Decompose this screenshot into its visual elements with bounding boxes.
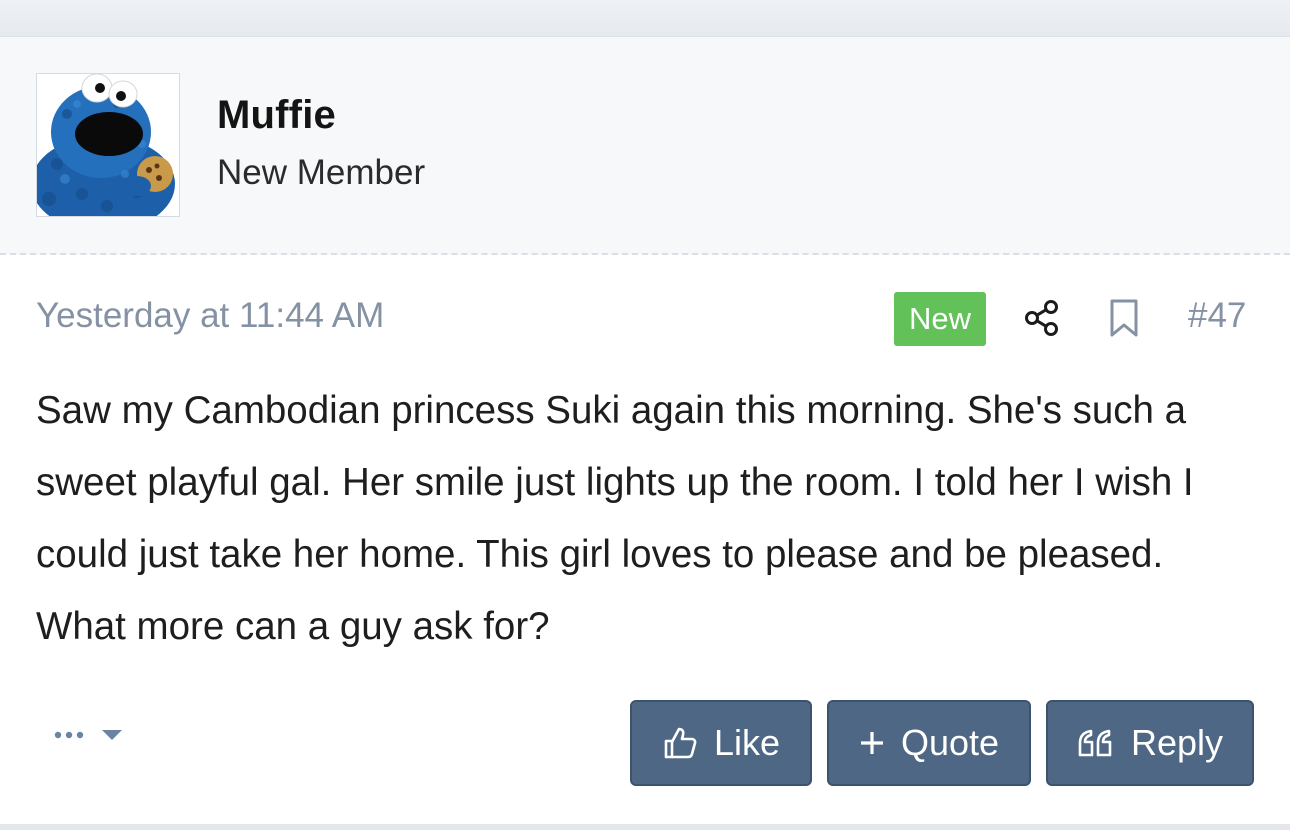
ellipsis-dropdown-icon <box>54 730 122 740</box>
reply-label: Reply <box>1130 722 1224 763</box>
share-icon[interactable] <box>1022 298 1062 338</box>
username[interactable]: Muffie <box>217 93 336 138</box>
quote-label: Quote <box>900 722 1000 763</box>
like-button[interactable]: Like <box>630 700 812 786</box>
post-body-text: Saw my Cambodian princess Suki again thi… <box>36 389 1194 648</box>
more-options-menu[interactable] <box>52 720 124 750</box>
post-number-link[interactable]: #47 <box>1188 296 1246 336</box>
bookmark-icon[interactable] <box>1106 298 1142 338</box>
top-divider <box>0 0 1290 37</box>
cookie-monster-avatar-icon <box>37 74 179 216</box>
thumbs-up-icon <box>662 725 698 761</box>
post-user-header: Muffie New Member <box>0 37 1290 255</box>
post-date[interactable]: Yesterday at 11:44 AM <box>36 296 384 336</box>
like-label: Like <box>713 722 781 763</box>
bottom-divider <box>0 824 1290 830</box>
avatar[interactable] <box>36 73 180 217</box>
reply-button[interactable]: Reply <box>1046 700 1254 786</box>
quote-button[interactable]: Quote <box>827 700 1031 786</box>
quote-marks-icon <box>1077 728 1115 758</box>
post-container: Muffie New Member Yesterday at 11:44 AM … <box>0 0 1290 830</box>
new-badge: New <box>894 292 986 346</box>
user-title: New Member <box>217 153 426 192</box>
post-meta-row: Yesterday at 11:44 AM New #47 <box>0 290 1290 350</box>
plus-icon <box>859 730 885 756</box>
